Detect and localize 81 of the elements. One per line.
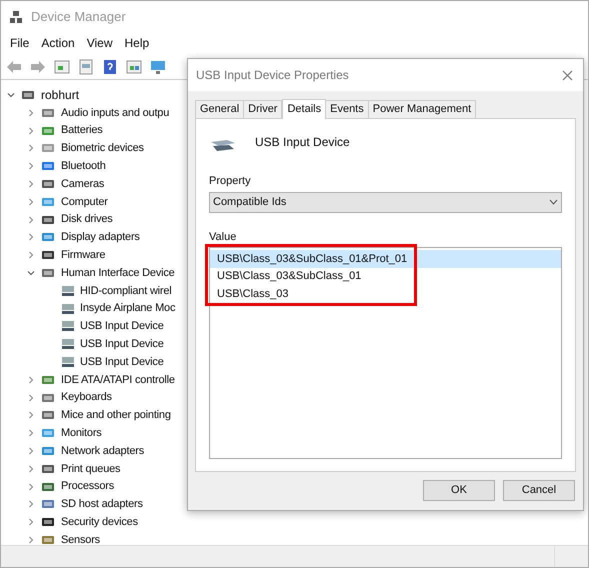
input-device-icon xyxy=(61,302,75,315)
tree-item[interactable]: Audio inputs and outpu xyxy=(61,104,170,122)
chevron-right-icon[interactable] xyxy=(27,180,35,188)
window-title: Device Manager xyxy=(31,8,126,26)
tree-item[interactable]: USB Input Device xyxy=(80,318,164,335)
value-row[interactable]: USB\Class_03 xyxy=(210,285,561,302)
tree-item[interactable]: Sensors xyxy=(61,532,100,545)
document-icon[interactable] xyxy=(77,58,95,76)
tree-item[interactable]: robhurt xyxy=(41,86,80,104)
tree-item[interactable]: Cameras xyxy=(61,176,104,192)
window-icon[interactable] xyxy=(125,58,143,76)
tree-item[interactable]: Processors xyxy=(61,478,114,495)
chevron-down-icon[interactable] xyxy=(7,91,15,99)
dropdown-caret-icon xyxy=(549,199,558,205)
chevron-right-icon[interactable] xyxy=(27,198,35,206)
tree-item[interactable]: Display adapters xyxy=(61,229,140,246)
tree-item[interactable]: Keyboards xyxy=(61,389,112,406)
value-row[interactable]: USB\Class_03&SubClass_01 xyxy=(210,268,561,285)
menu-item[interactable]: Action xyxy=(40,34,76,52)
tree-item[interactable]: SD host adapters xyxy=(61,496,143,513)
tree-item[interactable]: Bluetooth xyxy=(61,158,106,175)
tree-item[interactable]: Monitors xyxy=(61,424,102,442)
tree-item[interactable]: Print queues xyxy=(61,460,120,478)
tree-item[interactable]: HID-compliant wirel xyxy=(80,282,172,300)
input-device-icon xyxy=(61,356,75,368)
tree-item[interactable]: Insyde Airplane Moc xyxy=(80,300,176,317)
menu-item[interactable]: Help xyxy=(124,34,150,52)
tree-item[interactable]: Disk drives xyxy=(61,211,113,228)
chevron-right-icon[interactable] xyxy=(27,447,35,456)
chevron-right-icon[interactable] xyxy=(27,376,35,384)
chevron-right-icon[interactable] xyxy=(27,394,35,402)
tree-item[interactable]: Biometric devices xyxy=(61,140,144,157)
menu-item[interactable]: View xyxy=(86,34,114,52)
chevron-right-icon[interactable] xyxy=(27,162,35,170)
menu-item[interactable]: File xyxy=(9,34,30,52)
tree-item[interactable]: Batteries xyxy=(61,122,103,139)
chevron-right-icon[interactable] xyxy=(27,482,35,491)
device-icon xyxy=(21,88,35,102)
value-label: Value xyxy=(209,230,238,244)
input-device-icon xyxy=(61,284,75,297)
tree-item[interactable]: Mice and other pointing xyxy=(61,407,171,424)
chevron-right-icon[interactable] xyxy=(27,251,35,260)
chevron-right-icon[interactable] xyxy=(27,216,35,224)
property-dropdown[interactable]: Compatible Ids xyxy=(209,192,562,212)
tab[interactable]: Driver xyxy=(243,100,282,118)
input-device-icon xyxy=(61,338,75,350)
tree-item[interactable]: Security devices xyxy=(61,514,138,530)
computer-tree-icon xyxy=(9,10,23,24)
chevron-right-icon[interactable] xyxy=(27,429,35,438)
device-icon xyxy=(41,533,55,545)
close-icon[interactable] xyxy=(562,70,573,80)
tree-item[interactable]: Computer xyxy=(61,194,108,210)
chevron-right-icon[interactable] xyxy=(27,411,35,420)
tab[interactable]: Power Management xyxy=(368,100,476,118)
device-name: USB Input Device xyxy=(255,134,350,151)
chevron-right-icon[interactable] xyxy=(27,108,35,117)
chevron-right-icon[interactable] xyxy=(27,518,35,526)
tree-item[interactable]: USB Input Device xyxy=(80,354,164,370)
chevron-right-icon[interactable] xyxy=(27,144,35,152)
dialog-title: USB Input Device Properties xyxy=(196,67,349,84)
chevron-down-icon[interactable] xyxy=(27,269,35,278)
usb-device-icon xyxy=(209,137,237,153)
input-device-icon xyxy=(61,320,75,332)
chevron-right-icon[interactable] xyxy=(27,500,35,508)
properties-icon[interactable] xyxy=(53,58,71,76)
dialog-button[interactable]: OK xyxy=(423,480,495,501)
value-row[interactable]: USB\Class_03&SubClass_01&Prot_01 xyxy=(210,250,561,268)
tree-item[interactable]: IDE ATA/ATAPI controlle xyxy=(61,372,175,388)
help-icon[interactable] xyxy=(101,58,119,76)
chevron-right-icon[interactable] xyxy=(27,233,35,242)
tree-item[interactable]: USB Input Device xyxy=(80,336,164,352)
tab[interactable]: Details xyxy=(282,99,326,119)
tab[interactable]: General xyxy=(195,100,244,118)
chevron-right-icon[interactable] xyxy=(27,126,35,135)
tree-item[interactable]: Firmware xyxy=(61,247,106,264)
tree-item[interactable]: Human Interface Device xyxy=(61,264,175,282)
chevron-right-icon[interactable] xyxy=(27,536,35,544)
property-label: Property xyxy=(209,174,252,189)
chevron-right-icon[interactable] xyxy=(27,464,35,473)
tree-item[interactable]: Network adapters xyxy=(61,442,144,460)
dialog-button[interactable]: Cancel xyxy=(503,480,575,501)
